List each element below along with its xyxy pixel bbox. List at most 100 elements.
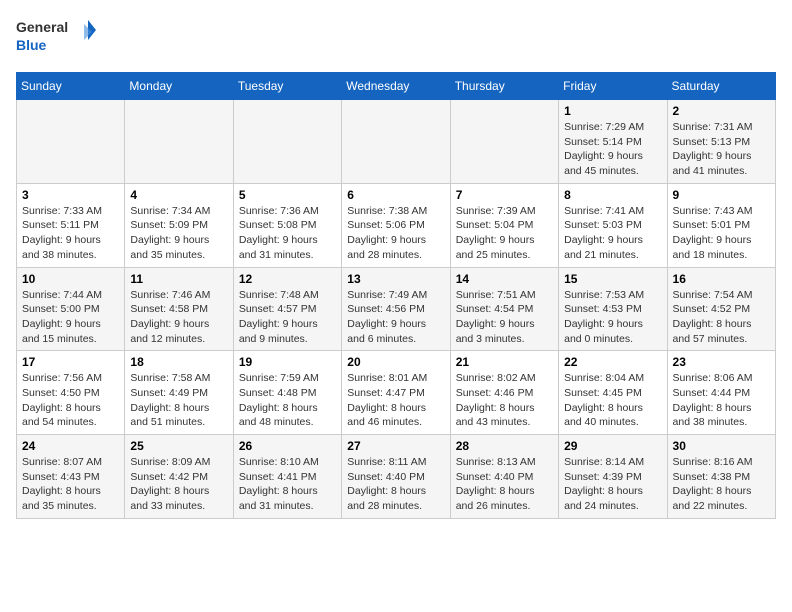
column-header-sunday: Sunday xyxy=(17,73,125,100)
calendar-cell: 19 Sunrise: 7:59 AMSunset: 4:48 PMDayligh… xyxy=(233,351,341,435)
calendar-cell: 26 Sunrise: 8:10 AMSunset: 4:41 PMDayligh… xyxy=(233,435,341,519)
day-number: 14 xyxy=(456,272,553,286)
cell-info: Sunrise: 8:01 AMSunset: 4:47 PMDaylight:… xyxy=(347,371,444,430)
cell-info: Sunrise: 7:51 AMSunset: 4:54 PMDaylight:… xyxy=(456,288,553,347)
day-number: 30 xyxy=(673,439,770,453)
column-header-tuesday: Tuesday xyxy=(233,73,341,100)
calendar-cell xyxy=(17,100,125,184)
calendar-cell: 28 Sunrise: 8:13 AMSunset: 4:40 PMDayligh… xyxy=(450,435,558,519)
day-number: 1 xyxy=(564,104,661,118)
calendar-week-row: 3Sunrise: 7:33 AMSunset: 5:11 PMDaylight… xyxy=(17,183,776,267)
calendar-cell: 11 Sunrise: 7:46 AMSunset: 4:58 PMDayligh… xyxy=(125,267,233,351)
column-header-thursday: Thursday xyxy=(450,73,558,100)
cell-info: Sunrise: 7:31 AMSunset: 5:13 PMDaylight:… xyxy=(673,120,770,179)
cell-info: Sunrise: 7:48 AMSunset: 4:57 PMDaylight:… xyxy=(239,288,336,347)
day-number: 21 xyxy=(456,355,553,369)
calendar-cell: 10 Sunrise: 7:44 AMSunset: 5:00 PMDayligh… xyxy=(17,267,125,351)
cell-info: Sunrise: 7:43 AMSunset: 5:01 PMDaylight:… xyxy=(673,204,770,263)
day-number: 4 xyxy=(130,188,227,202)
calendar-cell: 16 Sunrise: 7:54 AMSunset: 4:52 PMDayligh… xyxy=(667,267,775,351)
calendar-header-row: SundayMondayTuesdayWednesdayThursdayFrid… xyxy=(17,73,776,100)
cell-info: Sunrise: 8:09 AMSunset: 4:42 PMDaylight:… xyxy=(130,455,227,514)
calendar-cell: 15 Sunrise: 7:53 AMSunset: 4:53 PMDayligh… xyxy=(559,267,667,351)
cell-info: Sunrise: 8:13 AMSunset: 4:40 PMDaylight:… xyxy=(456,455,553,514)
calendar-cell: 7Sunrise: 7:39 AMSunset: 5:04 PMDaylight… xyxy=(450,183,558,267)
calendar-cell: 6 Sunrise: 7:38 AMSunset: 5:06 PMDaylight… xyxy=(342,183,450,267)
logo-svg: General Blue xyxy=(16,16,96,60)
calendar-cell: 17 Sunrise: 7:56 AMSunset: 4:50 PMDayligh… xyxy=(17,351,125,435)
calendar-cell: 24 Sunrise: 8:07 AMSunset: 4:43 PMDayligh… xyxy=(17,435,125,519)
day-number: 23 xyxy=(673,355,770,369)
calendar-week-row: 17 Sunrise: 7:56 AMSunset: 4:50 PMDayligh… xyxy=(17,351,776,435)
day-number: 17 xyxy=(22,355,119,369)
day-number: 11 xyxy=(130,272,227,286)
day-number: 10 xyxy=(22,272,119,286)
day-number: 2 xyxy=(673,104,770,118)
calendar-cell: 25 Sunrise: 8:09 AMSunset: 4:42 PMDayligh… xyxy=(125,435,233,519)
column-header-friday: Friday xyxy=(559,73,667,100)
day-number: 5 xyxy=(239,188,336,202)
calendar-cell: 23 Sunrise: 8:06 AMSunset: 4:44 PMDayligh… xyxy=(667,351,775,435)
cell-info: Sunrise: 7:33 AMSunset: 5:11 PMDaylight:… xyxy=(22,204,119,263)
calendar-cell: 30Sunrise: 8:16 AMSunset: 4:38 PMDayligh… xyxy=(667,435,775,519)
cell-info: Sunrise: 8:06 AMSunset: 4:44 PMDaylight:… xyxy=(673,371,770,430)
calendar-cell: 5Sunrise: 7:36 AMSunset: 5:08 PMDaylight… xyxy=(233,183,341,267)
calendar-cell: 29Sunrise: 8:14 AMSunset: 4:39 PMDayligh… xyxy=(559,435,667,519)
svg-text:Blue: Blue xyxy=(16,37,47,53)
day-number: 16 xyxy=(673,272,770,286)
cell-info: Sunrise: 8:02 AMSunset: 4:46 PMDaylight:… xyxy=(456,371,553,430)
cell-info: Sunrise: 7:34 AMSunset: 5:09 PMDaylight:… xyxy=(130,204,227,263)
calendar-cell: 18 Sunrise: 7:58 AMSunset: 4:49 PMDayligh… xyxy=(125,351,233,435)
day-number: 7 xyxy=(456,188,553,202)
calendar-week-row: 24 Sunrise: 8:07 AMSunset: 4:43 PMDayligh… xyxy=(17,435,776,519)
cell-info: Sunrise: 7:56 AMSunset: 4:50 PMDaylight:… xyxy=(22,371,119,430)
column-header-monday: Monday xyxy=(125,73,233,100)
day-number: 27 xyxy=(347,439,444,453)
cell-info: Sunrise: 7:54 AMSunset: 4:52 PMDaylight:… xyxy=(673,288,770,347)
calendar-cell: 13Sunrise: 7:49 AMSunset: 4:56 PMDayligh… xyxy=(342,267,450,351)
calendar-cell: 14 Sunrise: 7:51 AMSunset: 4:54 PMDayligh… xyxy=(450,267,558,351)
cell-info: Sunrise: 7:44 AMSunset: 5:00 PMDaylight:… xyxy=(22,288,119,347)
cell-info: Sunrise: 7:46 AMSunset: 4:58 PMDaylight:… xyxy=(130,288,227,347)
day-number: 6 xyxy=(347,188,444,202)
page-header: General Blue xyxy=(16,16,776,60)
logo: General Blue xyxy=(16,16,96,60)
day-number: 22 xyxy=(564,355,661,369)
day-number: 9 xyxy=(673,188,770,202)
day-number: 8 xyxy=(564,188,661,202)
calendar-cell xyxy=(233,100,341,184)
day-number: 18 xyxy=(130,355,227,369)
calendar-cell xyxy=(342,100,450,184)
calendar-cell: 8 Sunrise: 7:41 AMSunset: 5:03 PMDaylight… xyxy=(559,183,667,267)
day-number: 25 xyxy=(130,439,227,453)
cell-info: Sunrise: 7:41 AMSunset: 5:03 PMDaylight:… xyxy=(564,204,661,263)
calendar-cell: 4 Sunrise: 7:34 AMSunset: 5:09 PMDaylight… xyxy=(125,183,233,267)
day-number: 28 xyxy=(456,439,553,453)
day-number: 29 xyxy=(564,439,661,453)
calendar-cell xyxy=(450,100,558,184)
day-number: 15 xyxy=(564,272,661,286)
day-number: 20 xyxy=(347,355,444,369)
svg-text:General: General xyxy=(16,19,68,35)
cell-info: Sunrise: 8:07 AMSunset: 4:43 PMDaylight:… xyxy=(22,455,119,514)
day-number: 26 xyxy=(239,439,336,453)
calendar-cell: 3Sunrise: 7:33 AMSunset: 5:11 PMDaylight… xyxy=(17,183,125,267)
calendar-cell: 12 Sunrise: 7:48 AMSunset: 4:57 PMDayligh… xyxy=(233,267,341,351)
day-number: 24 xyxy=(22,439,119,453)
calendar-week-row: 10 Sunrise: 7:44 AMSunset: 5:00 PMDayligh… xyxy=(17,267,776,351)
cell-info: Sunrise: 7:38 AMSunset: 5:06 PMDaylight:… xyxy=(347,204,444,263)
day-number: 12 xyxy=(239,272,336,286)
column-header-saturday: Saturday xyxy=(667,73,775,100)
day-number: 19 xyxy=(239,355,336,369)
cell-info: Sunrise: 8:10 AMSunset: 4:41 PMDaylight:… xyxy=(239,455,336,514)
cell-info: Sunrise: 7:58 AMSunset: 4:49 PMDaylight:… xyxy=(130,371,227,430)
calendar-cell: 22Sunrise: 8:04 AMSunset: 4:45 PMDayligh… xyxy=(559,351,667,435)
calendar-cell: 21 Sunrise: 8:02 AMSunset: 4:46 PMDayligh… xyxy=(450,351,558,435)
calendar-cell: 1 Sunrise: 7:29 AMSunset: 5:14 PMDaylight… xyxy=(559,100,667,184)
cell-info: Sunrise: 7:59 AMSunset: 4:48 PMDaylight:… xyxy=(239,371,336,430)
cell-info: Sunrise: 7:53 AMSunset: 4:53 PMDaylight:… xyxy=(564,288,661,347)
cell-info: Sunrise: 7:29 AMSunset: 5:14 PMDaylight:… xyxy=(564,120,661,179)
calendar-cell: 27Sunrise: 8:11 AMSunset: 4:40 PMDayligh… xyxy=(342,435,450,519)
calendar-cell: 9 Sunrise: 7:43 AMSunset: 5:01 PMDaylight… xyxy=(667,183,775,267)
calendar-week-row: 1 Sunrise: 7:29 AMSunset: 5:14 PMDaylight… xyxy=(17,100,776,184)
